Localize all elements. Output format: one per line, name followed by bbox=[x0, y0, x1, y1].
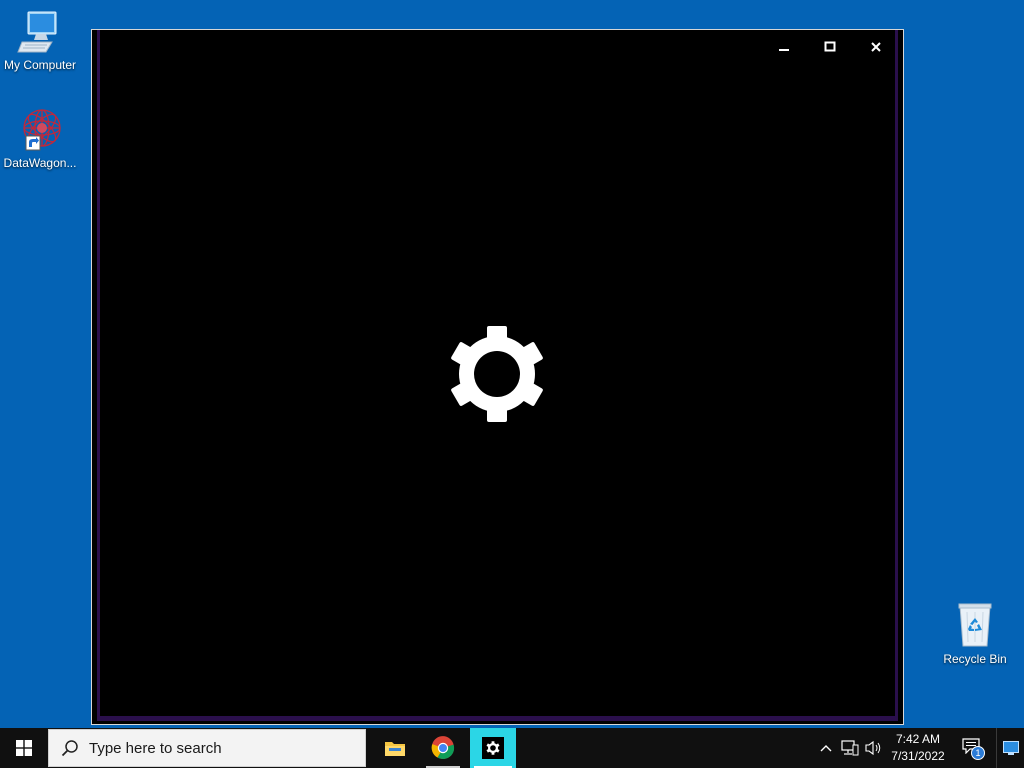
desktop-icon-label: Recycle Bin bbox=[943, 652, 1007, 666]
search-icon bbox=[61, 740, 78, 757]
gear-icon bbox=[451, 326, 543, 422]
clock-time: 7:42 AM bbox=[895, 732, 941, 746]
taskbar-app-settings[interactable] bbox=[470, 728, 516, 768]
close-button[interactable] bbox=[856, 34, 896, 60]
computer-icon bbox=[16, 8, 64, 56]
folder-icon bbox=[385, 742, 405, 756]
taskbar-app-chrome[interactable] bbox=[422, 728, 464, 768]
clock-date: 7/31/2022 bbox=[891, 749, 945, 763]
settings-tile bbox=[482, 737, 504, 759]
desktop: My Computer DataWagon... Recycle Bin bbox=[0, 0, 1024, 728]
desktop-icon-datawagon[interactable]: DataWagon... bbox=[0, 106, 80, 170]
taskbar: Type here to search 7:42 AM 7/31/2022 1 bbox=[0, 728, 1024, 768]
datawagon-shortcut-icon bbox=[16, 106, 64, 154]
network-button[interactable] bbox=[838, 728, 862, 768]
minimize-button[interactable] bbox=[764, 34, 804, 60]
app-window[interactable] bbox=[91, 29, 904, 725]
show-desktop-button[interactable] bbox=[996, 728, 1024, 768]
volume-button[interactable] bbox=[862, 728, 886, 768]
taskbar-app-file-explorer[interactable] bbox=[372, 728, 418, 768]
close-icon bbox=[871, 42, 881, 52]
desktop-icon-label: DataWagon... bbox=[3, 156, 77, 170]
chrome-icon bbox=[431, 736, 455, 760]
network-icon bbox=[841, 740, 859, 756]
volume-icon bbox=[865, 740, 881, 756]
maximize-button[interactable] bbox=[810, 34, 850, 60]
recycle-bin-icon bbox=[951, 602, 999, 650]
clock[interactable]: 7:42 AM 7/31/2022 bbox=[886, 728, 950, 768]
chevron-up-icon bbox=[820, 745, 832, 752]
start-button[interactable] bbox=[0, 728, 48, 768]
desktop-icon-my-computer[interactable]: My Computer bbox=[0, 8, 80, 72]
search-input[interactable]: Type here to search bbox=[48, 729, 366, 767]
desktop-icon-recycle-bin[interactable]: Recycle Bin bbox=[935, 602, 1015, 666]
desktop-icon-label: My Computer bbox=[3, 58, 77, 72]
gear-icon bbox=[486, 741, 500, 755]
show-hidden-icons-button[interactable] bbox=[814, 728, 838, 768]
action-center-button[interactable]: 1 bbox=[954, 728, 990, 768]
minimize-icon bbox=[779, 49, 789, 51]
desktop-preview-icon bbox=[1002, 741, 1019, 755]
notification-badge: 1 bbox=[971, 746, 985, 760]
windows-logo-icon bbox=[16, 740, 32, 756]
search-placeholder: Type here to search bbox=[89, 739, 222, 757]
maximize-icon bbox=[824, 41, 836, 52]
